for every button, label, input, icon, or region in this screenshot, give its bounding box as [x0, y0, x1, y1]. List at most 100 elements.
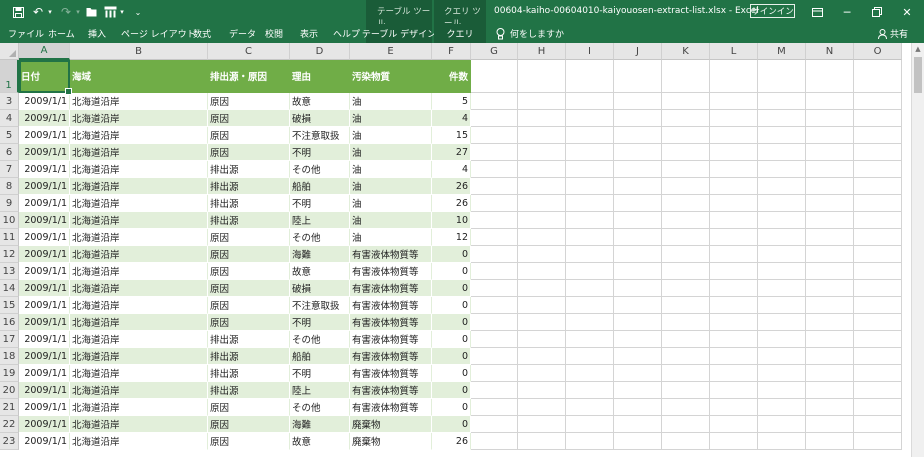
customize-quick-access-icon[interactable]: ⌄ [132, 0, 144, 24]
empty-cell[interactable] [471, 348, 518, 365]
cell-reason[interactable]: 船舶 [290, 178, 350, 195]
cell-date[interactable]: 2009/1/1 [19, 195, 70, 212]
empty-cell[interactable] [471, 365, 518, 382]
empty-cell[interactable] [662, 178, 710, 195]
cell-date[interactable]: 2009/1/1 [19, 212, 70, 229]
empty-cell[interactable] [471, 331, 518, 348]
empty-cell[interactable] [758, 212, 806, 229]
empty-cell[interactable] [806, 144, 854, 161]
cell-count[interactable]: 0 [432, 331, 471, 348]
empty-cell[interactable] [614, 348, 662, 365]
empty-cell[interactable] [566, 246, 614, 263]
empty-cell[interactable] [471, 382, 518, 399]
cell-count[interactable]: 5 [432, 93, 471, 110]
empty-cell[interactable] [614, 331, 662, 348]
empty-cell[interactable] [758, 433, 806, 450]
row-header-19[interactable]: 19 [0, 365, 19, 382]
cell-source-cause[interactable]: 原因 [208, 246, 290, 263]
row-header-12[interactable]: 12 [0, 246, 19, 263]
empty-cell[interactable] [471, 314, 518, 331]
empty-cell[interactable] [566, 195, 614, 212]
empty-cell[interactable] [806, 212, 854, 229]
column-header-b[interactable]: B [70, 43, 208, 60]
empty-cell[interactable] [614, 144, 662, 161]
cell-reason[interactable]: 破損 [290, 280, 350, 297]
empty-cell[interactable] [758, 382, 806, 399]
empty-cell[interactable] [518, 365, 566, 382]
empty-cell[interactable] [854, 365, 902, 382]
empty-cell[interactable] [518, 144, 566, 161]
empty-cell[interactable] [518, 127, 566, 144]
column-header-h[interactable]: H [518, 43, 566, 60]
empty-cell[interactable] [806, 178, 854, 195]
tab-file[interactable]: ファイル [8, 24, 44, 43]
cell-count[interactable]: 12 [432, 229, 471, 246]
empty-cell[interactable] [758, 297, 806, 314]
empty-cell[interactable] [854, 382, 902, 399]
cell-reason[interactable]: 船舶 [290, 348, 350, 365]
row-header-10[interactable]: 10 [0, 212, 19, 229]
column-header-d[interactable]: D [290, 43, 350, 60]
cell-pollutant[interactable]: 有害液体物質等 [350, 314, 432, 331]
cell-count[interactable]: 4 [432, 161, 471, 178]
column-header-f[interactable]: F [432, 43, 471, 60]
cell-count[interactable]: 26 [432, 195, 471, 212]
empty-cell[interactable] [758, 365, 806, 382]
cell-date[interactable]: 2009/1/1 [19, 416, 70, 433]
cell-pollutant[interactable]: 汚染物質 [350, 60, 432, 93]
empty-cell[interactable] [614, 263, 662, 280]
cell-count[interactable]: 0 [432, 416, 471, 433]
row-header-11[interactable]: 11 [0, 229, 19, 246]
column-header-a[interactable]: A [19, 43, 70, 60]
cell-source-cause[interactable]: 排出源 [208, 161, 290, 178]
empty-cell[interactable] [518, 314, 566, 331]
redo-dropdown-icon[interactable]: ▾ [74, 0, 82, 24]
empty-cell[interactable] [662, 433, 710, 450]
cell-reason[interactable]: 不注意取扱 [290, 297, 350, 314]
empty-cell[interactable] [806, 195, 854, 212]
empty-cell[interactable] [566, 229, 614, 246]
empty-cell[interactable] [471, 416, 518, 433]
column-header-m[interactable]: M [758, 43, 806, 60]
cell-source-cause[interactable]: 排出源 [208, 178, 290, 195]
cell-count[interactable]: 0 [432, 280, 471, 297]
empty-cell[interactable] [471, 433, 518, 450]
empty-cell[interactable] [566, 127, 614, 144]
cell-sea-area[interactable]: 北海道沿岸 [70, 212, 208, 229]
empty-cell[interactable] [806, 331, 854, 348]
cell-date[interactable]: 2009/1/1 [19, 246, 70, 263]
empty-cell[interactable] [566, 60, 614, 93]
cell-count[interactable]: 件数 [432, 60, 471, 93]
empty-cell[interactable] [758, 229, 806, 246]
empty-cell[interactable] [710, 348, 758, 365]
cell-date[interactable]: 2009/1/1 [19, 433, 70, 450]
cell-date[interactable]: 2009/1/1 [19, 365, 70, 382]
empty-cell[interactable] [710, 110, 758, 127]
empty-cell[interactable] [518, 60, 566, 93]
cell-sea-area[interactable]: 北海道沿岸 [70, 144, 208, 161]
empty-cell[interactable] [806, 314, 854, 331]
empty-cell[interactable] [758, 144, 806, 161]
row-header-17[interactable]: 17 [0, 331, 19, 348]
row-header-22[interactable]: 22 [0, 416, 19, 433]
cell-reason[interactable]: 理由 [290, 60, 350, 93]
empty-cell[interactable] [662, 416, 710, 433]
cell-count[interactable]: 26 [432, 433, 471, 450]
row-header-13[interactable]: 13 [0, 263, 19, 280]
empty-cell[interactable] [471, 161, 518, 178]
empty-cell[interactable] [518, 382, 566, 399]
empty-cell[interactable] [614, 229, 662, 246]
empty-cell[interactable] [614, 127, 662, 144]
cell-pollutant[interactable]: 有害液体物質等 [350, 382, 432, 399]
cell-reason[interactable]: 海難 [290, 416, 350, 433]
empty-cell[interactable] [854, 263, 902, 280]
column-header-o[interactable]: O [854, 43, 902, 60]
tell-me-box[interactable]: 何をしますか [496, 24, 564, 43]
empty-cell[interactable] [806, 382, 854, 399]
empty-cell[interactable] [614, 416, 662, 433]
cell-source-cause[interactable]: 原因 [208, 127, 290, 144]
cell-reason[interactable]: 破損 [290, 110, 350, 127]
cell-date[interactable]: 2009/1/1 [19, 127, 70, 144]
column-header-n[interactable]: N [806, 43, 854, 60]
custom-tool-icon[interactable] [102, 0, 118, 24]
